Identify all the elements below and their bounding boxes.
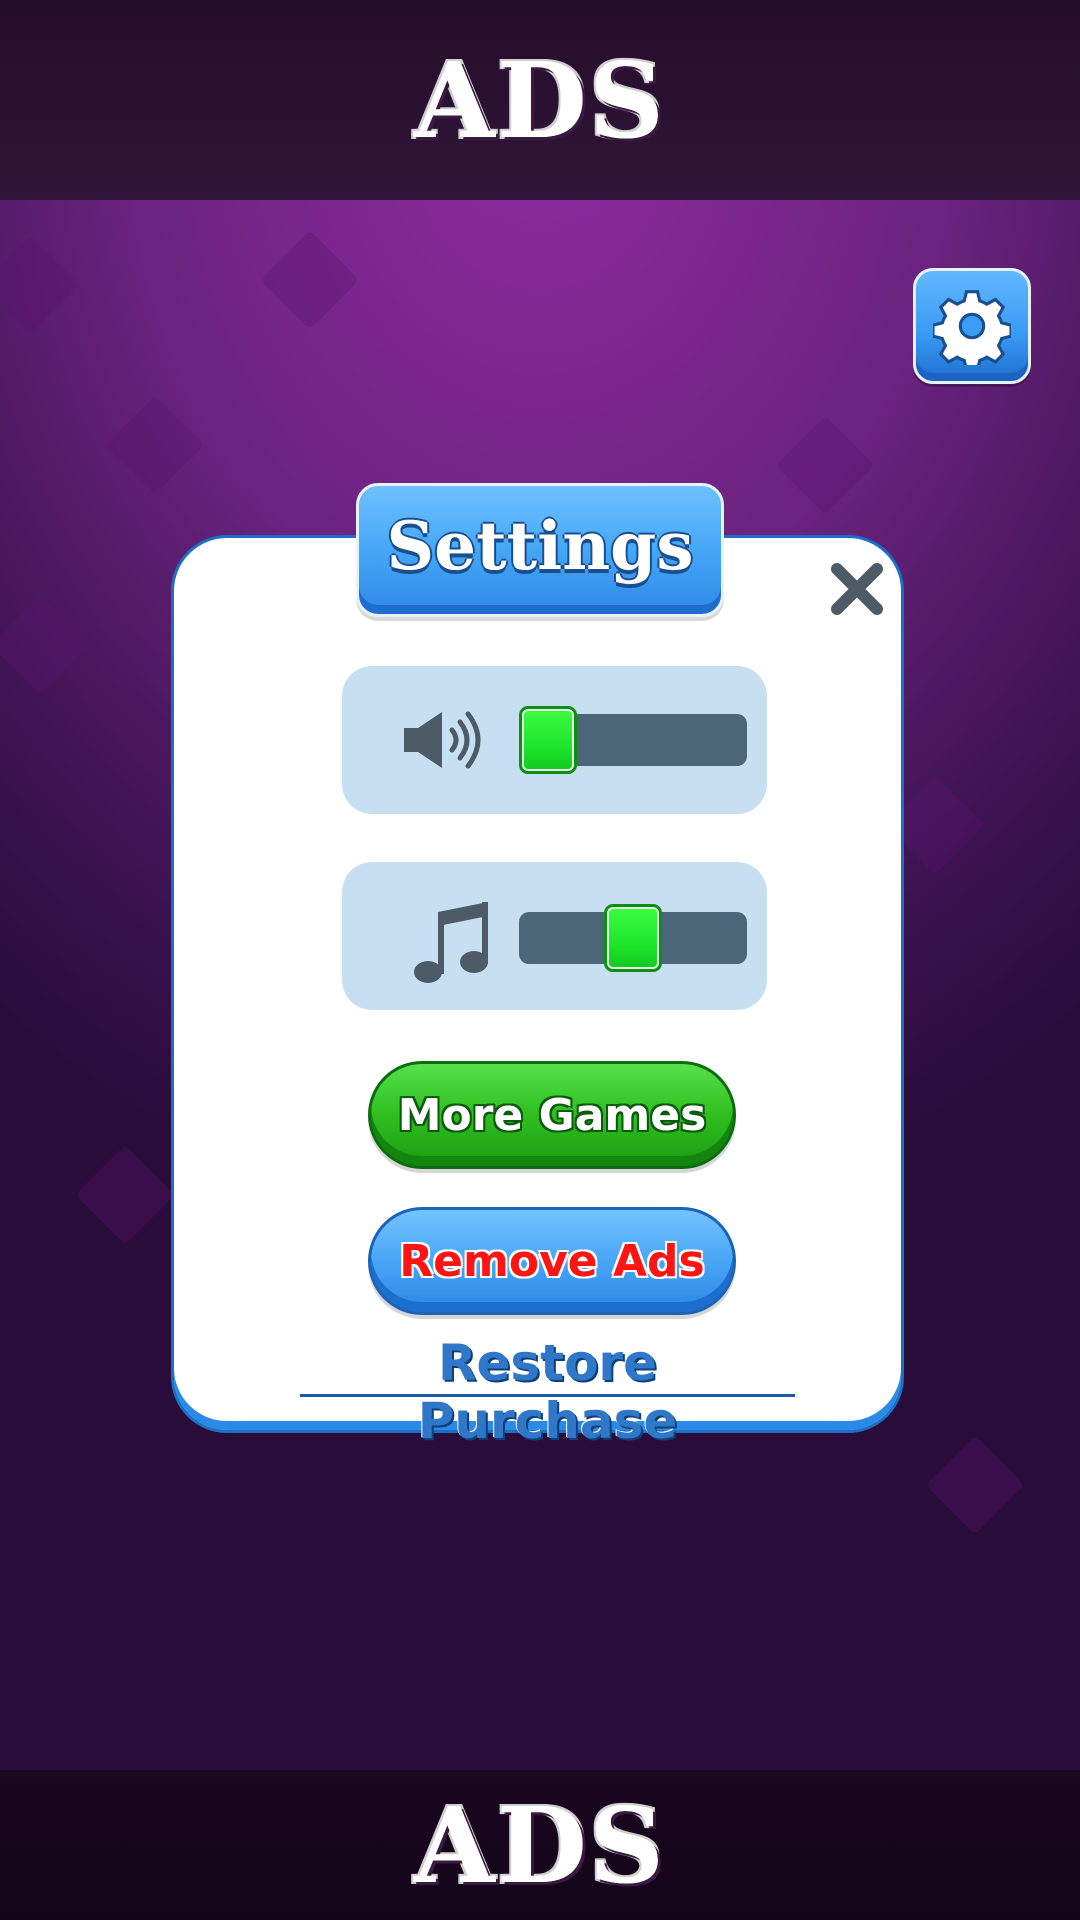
remove-ads-label: Remove Ads xyxy=(399,1235,705,1287)
sound-volume-row xyxy=(342,666,767,814)
ad-label: ADS xyxy=(414,1783,666,1907)
sound-volume-knob[interactable] xyxy=(519,706,577,774)
music-volume-knob[interactable] xyxy=(604,904,662,972)
music-note-icon xyxy=(414,902,488,983)
background-diamond xyxy=(75,1145,175,1245)
speaker-icon xyxy=(404,711,481,769)
close-icon xyxy=(831,563,883,615)
more-games-label: More Games xyxy=(397,1089,707,1141)
dialog-title: Settings xyxy=(386,507,694,585)
dialog-title-tab: Settings xyxy=(356,483,724,617)
background-diamond xyxy=(260,230,360,330)
close-button[interactable] xyxy=(826,558,888,620)
bottom-ad-banner[interactable]: ADS xyxy=(0,1770,1080,1920)
settings-button[interactable] xyxy=(913,268,1031,384)
restore-purchase-label: Restore Purchase xyxy=(417,1334,678,1450)
background-diamond xyxy=(775,415,875,515)
remove-ads-button[interactable]: Remove Ads xyxy=(368,1207,736,1315)
gear-icon xyxy=(933,290,1011,365)
more-games-button[interactable]: More Games xyxy=(368,1061,736,1169)
music-volume-slider[interactable] xyxy=(519,904,747,972)
background-diamond xyxy=(0,235,80,335)
ad-label: ADS xyxy=(414,38,666,162)
music-volume-row xyxy=(342,862,767,1010)
background-diamond xyxy=(105,395,205,495)
background-diamond xyxy=(0,595,90,695)
sound-volume-slider[interactable] xyxy=(519,706,747,774)
top-ad-banner[interactable]: ADS xyxy=(0,0,1080,200)
background-diamond xyxy=(925,1435,1025,1535)
restore-purchase-link[interactable]: Restore Purchase xyxy=(300,1334,795,1450)
